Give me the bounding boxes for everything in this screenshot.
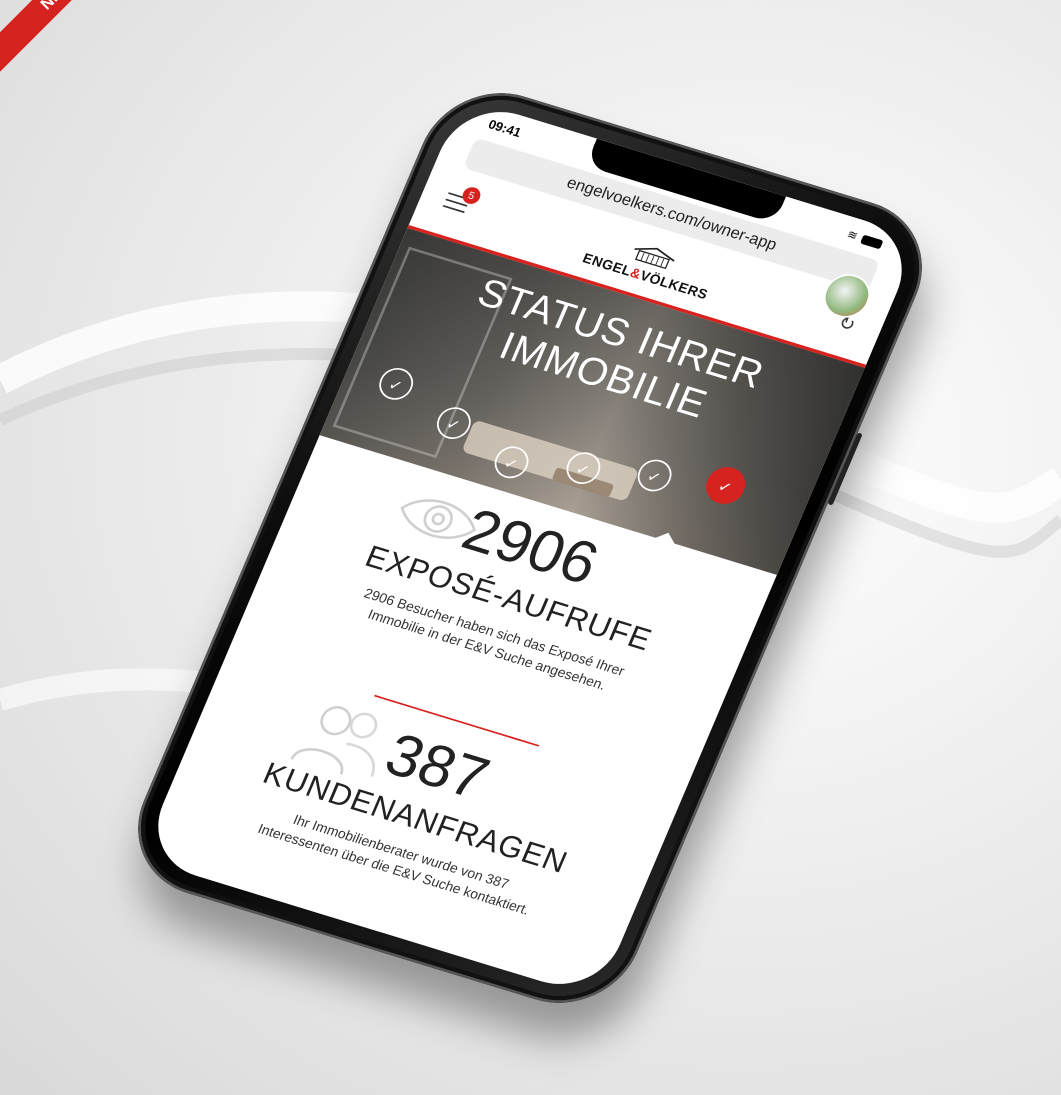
status-icons: ≋: [845, 226, 885, 250]
status-time: 09:41: [485, 116, 524, 140]
logo-text-engel: ENGEL: [580, 250, 634, 279]
progress-step-completed[interactable]: ✓: [632, 455, 677, 495]
progress-step-current[interactable]: ✓: [700, 461, 752, 509]
phone-device: 09:41 ≋ engelvoelkers.com/owner-app 5 EN…: [114, 74, 949, 1058]
progress-step-completed[interactable]: ✓: [561, 447, 606, 488]
battery-icon: [860, 233, 884, 249]
logo-text-voelkers: VÖLKERS: [637, 268, 710, 303]
progress-step-completed[interactable]: ✓: [374, 363, 419, 404]
progress-step-completed[interactable]: ✓: [489, 441, 534, 482]
wifi-icon: ≋: [845, 226, 861, 243]
progress-step-completed[interactable]: ✓: [431, 402, 476, 443]
phone-mockup: 09:41 ≋ engelvoelkers.com/owner-app 5 EN…: [60, 74, 1000, 1058]
